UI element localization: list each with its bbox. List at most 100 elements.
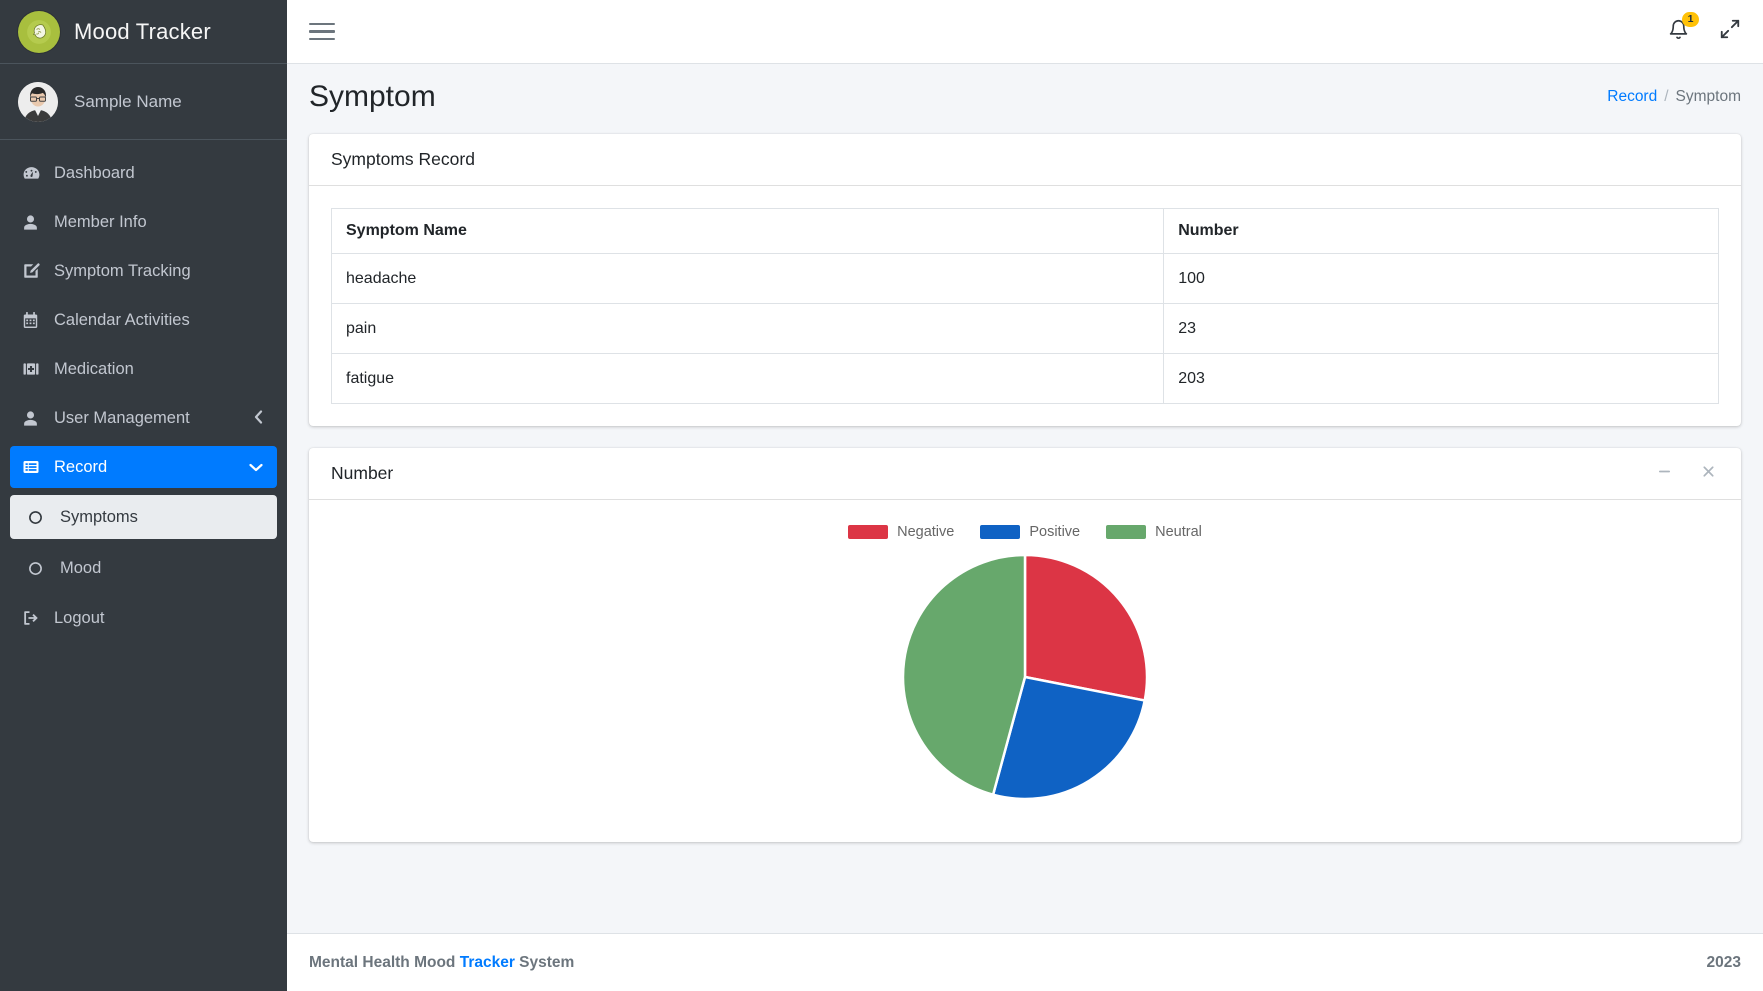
table-body: headache 100 pain 23 fatigue 203 xyxy=(330,253,1719,404)
breadcrumb-separator: / xyxy=(1664,88,1669,105)
sidebar-item-label: Dashboard xyxy=(54,163,135,182)
symptoms-record-card-body: Symptom Name Number headache 100 pain 23… xyxy=(309,186,1741,426)
legend-label: Positive xyxy=(1029,524,1081,540)
brain-head-icon xyxy=(18,10,60,53)
sidebar-item-medication[interactable]: Medication xyxy=(10,348,277,390)
sign-out-icon xyxy=(22,609,48,627)
briefcase-medical-icon xyxy=(22,360,48,378)
times-icon xyxy=(1701,464,1716,484)
pie-slice-negative[interactable] xyxy=(1023,553,1149,703)
number-chart-card-body: Negative Positive Neutral xyxy=(309,500,1741,842)
main-area: 1 Symptom Record / Symptom Symptoms Reco… xyxy=(287,0,1763,991)
sidebar-item-label: Logout xyxy=(54,608,105,627)
legend-label: Neutral xyxy=(1155,524,1202,540)
card-title: Symptoms Record xyxy=(331,149,475,169)
content: Symptoms Record Symptom Name Number head… xyxy=(287,124,1763,933)
sidebar-subitem-label: Symptoms xyxy=(60,507,138,526)
sidebar-subitem-label: Mood xyxy=(60,558,102,577)
symptoms-record-card: Symptoms Record Symptom Name Number head… xyxy=(309,134,1741,426)
calendar-icon xyxy=(22,311,48,329)
symptoms-record-card-header: Symptoms Record xyxy=(309,134,1741,186)
cell-symptom-name: fatigue xyxy=(330,353,1165,404)
close-button[interactable] xyxy=(1697,463,1719,485)
avatar xyxy=(18,81,58,122)
chevron-left-icon xyxy=(254,409,263,427)
minus-icon xyxy=(1657,464,1672,484)
tachometer-icon xyxy=(22,164,48,183)
sidebar-item-label: Member Info xyxy=(54,212,147,231)
user-icon xyxy=(22,410,48,427)
table-row[interactable]: pain 23 xyxy=(330,303,1719,354)
sidebar-item-symptom-tracking[interactable]: Symptom Tracking xyxy=(10,250,277,292)
legend-item-positive[interactable]: Positive xyxy=(980,524,1080,540)
topbar: 1 xyxy=(287,0,1763,64)
cell-number: 23 xyxy=(1163,303,1719,354)
expand-arrows-icon xyxy=(1719,19,1741,44)
user-panel[interactable]: Sample Name xyxy=(0,64,287,140)
footer-text: Mental Health Mood Tracker System xyxy=(309,954,574,972)
sidebar: Mood Tracker Sample Name Dashboard Membe… xyxy=(0,0,287,991)
cell-number: 203 xyxy=(1163,353,1719,404)
sidebar-subitem-symptoms[interactable]: Symptoms xyxy=(10,495,277,539)
number-chart-card-header: Number xyxy=(309,448,1741,500)
app-root: Mood Tracker Sample Name Dashboard Membe… xyxy=(0,0,1763,991)
brand-name: Mood Tracker xyxy=(74,18,211,44)
table-head: Symptom Name Number xyxy=(330,208,1719,254)
bell-icon xyxy=(1668,19,1689,44)
column-header-symptom-name: Symptom Name xyxy=(330,208,1165,254)
card-title: Number xyxy=(331,463,394,483)
table-row[interactable]: headache 100 xyxy=(330,253,1719,304)
hamburger-icon[interactable] xyxy=(309,19,335,45)
page-title: Symptom xyxy=(309,80,436,113)
list-alt-icon xyxy=(22,458,48,476)
brand-header[interactable]: Mood Tracker xyxy=(0,0,287,64)
table-header-row: Symptom Name Number xyxy=(330,208,1719,254)
table-row[interactable]: fatigue 203 xyxy=(330,353,1719,404)
column-header-number: Number xyxy=(1163,208,1719,254)
notification-badge: 1 xyxy=(1682,11,1699,27)
topbar-actions: 1 xyxy=(1668,11,1741,45)
footer-text-after: System xyxy=(514,953,575,971)
sidebar-subitem-mood[interactable]: Mood xyxy=(10,546,277,590)
sidebar-item-record[interactable]: Record xyxy=(10,446,277,488)
circle-icon xyxy=(28,510,54,525)
sidebar-item-label: Calendar Activities xyxy=(54,310,190,329)
sidebar-item-logout[interactable]: Logout xyxy=(10,597,277,639)
breadcrumb: Record / Symptom xyxy=(1607,88,1741,106)
footer-accent: Tracker xyxy=(459,953,515,971)
circle-icon xyxy=(28,561,54,576)
footer-year: 2023 xyxy=(1706,953,1741,971)
cell-symptom-name: pain xyxy=(330,303,1165,354)
sidebar-item-label: User Management xyxy=(54,408,190,427)
minimize-button[interactable] xyxy=(1653,463,1675,485)
card-tools xyxy=(1653,463,1719,485)
pie-chart[interactable] xyxy=(900,552,1150,802)
footer: Mental Health Mood Tracker System 2023 xyxy=(287,933,1763,991)
legend-item-negative[interactable]: Negative xyxy=(848,524,954,540)
legend-item-neutral[interactable]: Neutral xyxy=(1106,524,1202,540)
user-icon xyxy=(22,214,48,231)
content-header: Symptom Record / Symptom xyxy=(287,64,1763,124)
sidebar-item-dashboard[interactable]: Dashboard xyxy=(10,152,277,194)
sidebar-item-user-management[interactable]: User Management xyxy=(10,397,277,439)
chart-legend: Negative Positive Neutral xyxy=(848,524,1202,540)
sidebar-item-label: Symptom Tracking xyxy=(54,261,191,280)
edit-square-icon xyxy=(22,262,48,280)
legend-label: Negative xyxy=(897,524,955,540)
breadcrumb-current: Symptom xyxy=(1675,88,1741,105)
sidebar-item-calendar-activities[interactable]: Calendar Activities xyxy=(10,299,277,341)
cell-symptom-name: headache xyxy=(330,253,1165,304)
sidebar-item-member-info[interactable]: Member Info xyxy=(10,201,277,243)
cell-number: 100 xyxy=(1163,253,1719,304)
notifications-button[interactable]: 1 xyxy=(1668,11,1699,45)
breadcrumb-link-record[interactable]: Record xyxy=(1607,88,1657,106)
legend-swatch-positive xyxy=(980,525,1021,539)
sidebar-nav: Dashboard Member Info Symptom Tracking C… xyxy=(0,140,287,639)
footer-text-before: Mental Health Mood xyxy=(309,953,460,971)
chevron-down-icon xyxy=(249,460,263,475)
user-name: Sample Name xyxy=(74,91,182,111)
pie-chart-area: Negative Positive Neutral xyxy=(331,514,1719,832)
sidebar-item-label: Medication xyxy=(54,359,134,378)
legend-swatch-neutral xyxy=(1106,525,1147,539)
fullscreen-button[interactable] xyxy=(1719,18,1741,45)
